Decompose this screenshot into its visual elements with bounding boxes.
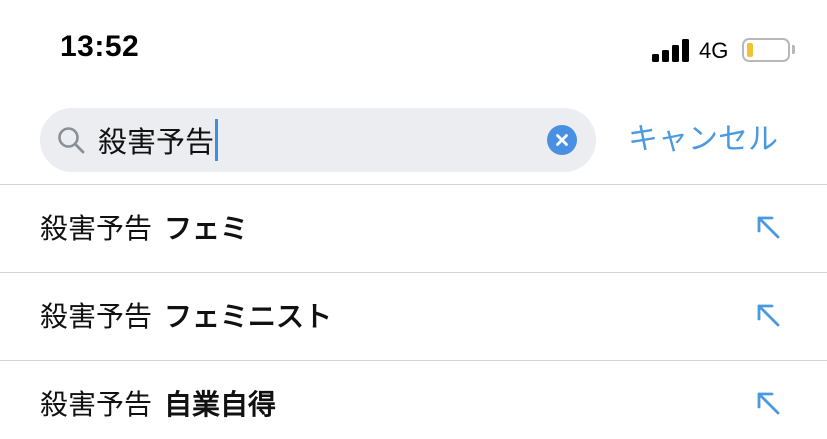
suggestion-text: 殺害予告 自業自得 — [40, 383, 276, 423]
suggestion-query: 殺害予告 — [40, 388, 153, 421]
search-field[interactable]: 殺害予告 — [40, 108, 596, 172]
suggestion-query: 殺害予告 — [40, 212, 153, 245]
suggestion-row[interactable]: 殺害予告 フェミニスト — [0, 273, 827, 360]
suggestion-completion: 自業自得 — [164, 388, 277, 421]
battery-level — [747, 43, 753, 57]
arrow-up-left-icon[interactable] — [752, 299, 784, 331]
arrow-up-left-icon[interactable] — [752, 211, 784, 243]
screen: 13:52 4G 殺害予告 キャンセル 殺害予告 フェミ 殺害予告 フェミニスト… — [0, 0, 827, 439]
search-icon — [58, 127, 85, 154]
battery-icon — [742, 38, 790, 62]
suggestion-row[interactable]: 殺害予告 自業自得 — [0, 361, 827, 439]
search-query: 殺害予告 — [98, 125, 215, 159]
suggestion-completion: フェミニスト — [164, 300, 333, 333]
arrow-up-left-icon[interactable] — [752, 387, 784, 419]
network-type: 4G — [699, 38, 729, 63]
clear-icon[interactable] — [547, 125, 577, 155]
suggestion-row[interactable]: 殺害予告 フェミ — [0, 185, 827, 272]
cancel-button[interactable]: キャンセル — [628, 118, 778, 162]
suggestion-query: 殺害予告 — [40, 300, 153, 333]
text-caret — [215, 119, 219, 161]
status-bar: 13:52 4G — [0, 0, 827, 95]
suggestion-completion: フェミ — [164, 212, 249, 245]
status-time: 13:52 — [60, 30, 140, 63]
suggestion-text: 殺害予告 フェミニスト — [40, 295, 332, 335]
battery-cap — [792, 45, 795, 54]
suggestion-text: 殺害予告 フェミ — [40, 207, 248, 247]
search-input[interactable]: 殺害予告 — [98, 118, 219, 162]
signal-icon — [652, 38, 692, 62]
